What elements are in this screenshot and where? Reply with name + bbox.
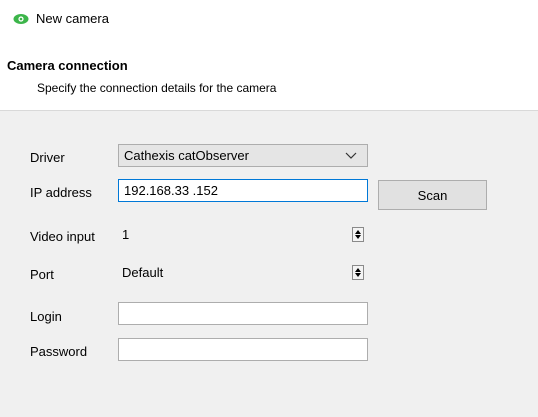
spin-arrows-icon[interactable]: [352, 227, 364, 242]
form-panel: Driver Cathexis catObserver IP address 1…: [0, 110, 538, 417]
driver-label: Driver: [30, 150, 65, 165]
ip-address-value: 192.168.33 .152: [124, 183, 218, 198]
wizard-header: New camera Camera connection Specify the…: [0, 0, 538, 110]
video-input-label: Video input: [30, 229, 95, 244]
password-label: Password: [30, 344, 88, 359]
login-input[interactable]: [118, 302, 368, 325]
spin-arrows-icon[interactable]: [352, 265, 364, 280]
section-title: Camera connection: [7, 58, 128, 73]
eye-icon: [13, 13, 29, 24]
chevron-down-icon: [345, 152, 357, 159]
password-input[interactable]: [118, 338, 368, 361]
scan-button[interactable]: Scan: [378, 180, 487, 210]
page-title: New camera: [36, 11, 109, 26]
title-row: New camera: [13, 11, 109, 26]
driver-value: Cathexis catObserver: [124, 148, 249, 163]
login-label: Login: [30, 309, 62, 324]
port-stepper[interactable]: Default: [118, 261, 368, 284]
video-input-value: 1: [122, 227, 130, 242]
section-subtitle: Specify the connection details for the c…: [37, 81, 277, 95]
driver-select[interactable]: Cathexis catObserver: [118, 144, 368, 167]
port-label: Port: [30, 267, 54, 282]
ip-address-label: IP address: [30, 185, 92, 200]
ip-address-input[interactable]: 192.168.33 .152: [118, 179, 368, 202]
port-value: Default: [122, 265, 164, 280]
video-input-stepper[interactable]: 1: [118, 223, 368, 246]
